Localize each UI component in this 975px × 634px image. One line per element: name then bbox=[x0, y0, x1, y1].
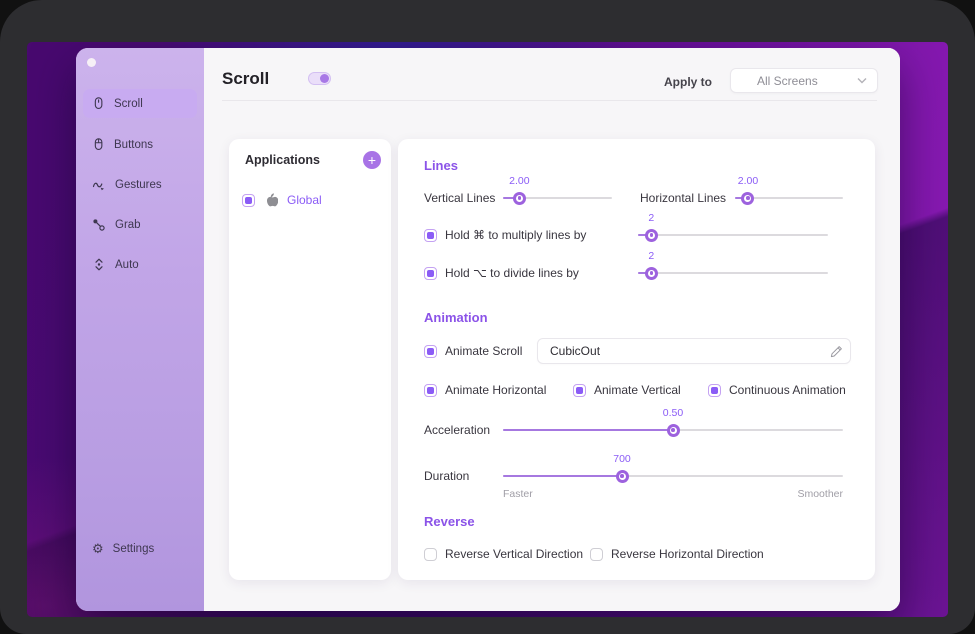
sidebar-item-gestures[interactable]: Gestures bbox=[83, 170, 197, 199]
slider-value: 0.50 bbox=[662, 407, 684, 419]
animate-horizontal-label: Animate Horizontal bbox=[445, 383, 547, 397]
scroll-settings-panel: Lines Vertical Lines 2.00 Horizontal Lin… bbox=[398, 139, 875, 580]
continuous-animation-checkbox[interactable] bbox=[708, 383, 721, 397]
sidebar-item-label: Settings bbox=[112, 543, 155, 555]
add-application-button[interactable]: + bbox=[363, 151, 381, 169]
gesture-icon bbox=[92, 182, 104, 190]
divide-lines-label: Hold ⌥ to divide lines by bbox=[445, 266, 579, 280]
sidebar-item-label: Scroll bbox=[114, 97, 143, 110]
reverse-horizontal-checkbox[interactable] bbox=[590, 547, 603, 561]
slider-thumb[interactable] bbox=[647, 231, 655, 239]
application-checkbox[interactable] bbox=[242, 193, 255, 207]
applications-title: Applications bbox=[245, 153, 321, 167]
sidebar-item-grab[interactable]: Grab bbox=[83, 210, 197, 239]
app-window: Scroll Buttons Gestures Grab Auto ⚙ Sett… bbox=[76, 48, 900, 611]
slider-thumb[interactable] bbox=[515, 194, 523, 202]
easing-function-input[interactable] bbox=[537, 338, 851, 364]
sidebar-item-label: Auto bbox=[115, 258, 139, 271]
slider-value: 2 bbox=[648, 212, 655, 224]
pencil-icon[interactable] bbox=[830, 345, 843, 358]
auto-icon bbox=[95, 258, 103, 271]
multiply-lines-label: Hold ⌘ to multiply lines by bbox=[445, 228, 587, 242]
application-list-item[interactable]: Global bbox=[242, 192, 322, 208]
sidebar-item-scroll[interactable]: Scroll bbox=[83, 89, 197, 118]
reverse-section-header: Reverse bbox=[424, 514, 475, 529]
duration-label: Duration bbox=[424, 469, 470, 483]
screen-select-value: All Screens bbox=[757, 73, 818, 88]
slider-thumb[interactable] bbox=[618, 472, 626, 480]
animation-section-header: Animation bbox=[424, 310, 488, 325]
animate-vertical-checkbox[interactable] bbox=[573, 383, 586, 397]
animate-vertical-label: Animate Vertical bbox=[594, 383, 681, 397]
sidebar-item-settings[interactable]: ⚙ Settings bbox=[92, 541, 154, 557]
animate-horizontal-checkbox[interactable] bbox=[424, 383, 437, 397]
screen-select-dropdown[interactable]: All Screens bbox=[730, 68, 878, 93]
multiply-lines-option[interactable]: Hold ⌘ to multiply lines by bbox=[424, 225, 586, 245]
duration-max-label: Smoother bbox=[797, 488, 843, 500]
header-divider bbox=[222, 100, 877, 101]
window-close-button[interactable] bbox=[87, 58, 96, 67]
slider-value: 2 bbox=[648, 250, 655, 262]
sidebar-item-label: Buttons bbox=[114, 138, 153, 151]
multiply-lines-slider[interactable]: 2 bbox=[638, 212, 828, 245]
sidebar: Scroll Buttons Gestures Grab Auto ⚙ Sett… bbox=[76, 48, 204, 611]
slider-thumb[interactable] bbox=[669, 426, 677, 434]
lines-section-header: Lines bbox=[424, 158, 458, 173]
animate-vertical-option[interactable]: Animate Vertical bbox=[573, 380, 681, 400]
desktop-wallpaper: Scroll Buttons Gestures Grab Auto ⚙ Sett… bbox=[27, 42, 948, 617]
multiply-lines-checkbox[interactable] bbox=[424, 228, 437, 242]
mouse-scroll-icon bbox=[94, 97, 103, 109]
divide-lines-checkbox[interactable] bbox=[424, 266, 437, 280]
reverse-vertical-option[interactable]: Reverse Vertical Direction bbox=[424, 544, 583, 564]
slider-value: 2.00 bbox=[737, 175, 759, 187]
continuous-animation-option[interactable]: Continuous Animation bbox=[708, 380, 846, 400]
reverse-horizontal-label: Reverse Horizontal Direction bbox=[611, 547, 764, 561]
acceleration-label: Acceleration bbox=[424, 423, 491, 437]
chevron-down-icon bbox=[857, 78, 867, 84]
sidebar-item-label: Grab bbox=[115, 218, 141, 231]
divide-lines-option[interactable]: Hold ⌥ to divide lines by bbox=[424, 263, 579, 283]
animate-horizontal-option[interactable]: Animate Horizontal bbox=[424, 380, 546, 400]
gear-icon: ⚙ bbox=[92, 541, 104, 556]
animate-scroll-label: Animate Scroll bbox=[445, 344, 523, 358]
sidebar-item-label: Gestures bbox=[115, 178, 162, 191]
animate-scroll-option[interactable]: Animate Scroll bbox=[424, 341, 522, 361]
slider-value: 2.00 bbox=[509, 175, 530, 187]
reverse-horizontal-option[interactable]: Reverse Horizontal Direction bbox=[590, 544, 764, 564]
horizontal-lines-label: Horizontal Lines bbox=[640, 191, 727, 205]
horizontal-lines-slider[interactable]: 2.00 bbox=[735, 175, 843, 208]
apple-icon bbox=[266, 193, 278, 207]
duration-slider[interactable]: 700 Faster Smoother bbox=[503, 453, 843, 500]
slider-thumb[interactable] bbox=[744, 194, 752, 202]
duration-min-label: Faster bbox=[503, 488, 533, 500]
continuous-animation-label: Continuous Animation bbox=[729, 383, 846, 397]
vertical-lines-slider[interactable]: 2.00 bbox=[503, 175, 612, 208]
sidebar-item-auto[interactable]: Auto bbox=[83, 250, 197, 279]
applications-panel: Applications + Global bbox=[229, 139, 391, 580]
animate-scroll-checkbox[interactable] bbox=[424, 344, 437, 358]
reverse-vertical-checkbox[interactable] bbox=[424, 547, 437, 561]
acceleration-slider[interactable]: 0.50 bbox=[503, 407, 843, 440]
vertical-lines-label: Vertical Lines bbox=[424, 191, 496, 205]
slider-thumb[interactable] bbox=[647, 269, 655, 277]
device-bezel: Scroll Buttons Gestures Grab Auto ⚙ Sett… bbox=[0, 0, 975, 634]
main-content: Scroll Apply to All Screens Applications… bbox=[204, 48, 900, 611]
reverse-vertical-label: Reverse Vertical Direction bbox=[445, 547, 584, 561]
apply-to-label: Apply to bbox=[664, 75, 712, 89]
grab-icon bbox=[93, 218, 105, 231]
application-label: Global bbox=[287, 193, 322, 207]
slider-value: 700 bbox=[613, 453, 631, 465]
mouse-buttons-icon bbox=[94, 138, 103, 150]
divide-lines-slider[interactable]: 2 bbox=[638, 250, 828, 283]
sidebar-item-buttons[interactable]: Buttons bbox=[83, 130, 197, 159]
